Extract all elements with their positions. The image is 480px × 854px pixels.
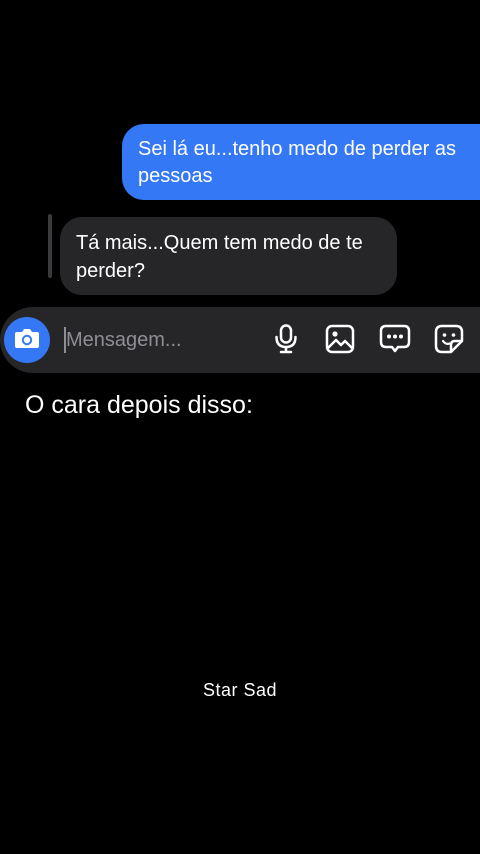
message-input[interactable] <box>66 324 256 356</box>
camera-icon <box>14 327 40 354</box>
sent-message-bubble[interactable]: Sei lá eu...tenho medo de perder as pess… <box>122 124 480 200</box>
caption-text: O cara depois disso: <box>25 391 253 419</box>
sticker-button[interactable] <box>432 324 466 358</box>
sent-message-text: Sei lá eu...tenho medo de perder as pess… <box>138 138 456 187</box>
chat-bubble-button[interactable] <box>378 324 412 358</box>
received-message-text: Tá mais...Quem tem medo de te perder? <box>76 232 363 282</box>
microphone-button[interactable] <box>269 323 303 359</box>
gallery-icon <box>325 324 355 359</box>
camera-button[interactable] <box>4 317 50 363</box>
sticker-icon <box>434 324 464 359</box>
message-composer <box>0 307 480 373</box>
reply-indicator-bar <box>48 214 52 278</box>
received-message-bubble[interactable]: Tá mais...Quem tem medo de te perder? <box>60 217 397 295</box>
microphone-icon <box>274 323 298 359</box>
gallery-button[interactable] <box>323 324 357 358</box>
watermark-text: Star Sad <box>202 680 278 700</box>
chat-bubble-icon <box>379 324 411 359</box>
